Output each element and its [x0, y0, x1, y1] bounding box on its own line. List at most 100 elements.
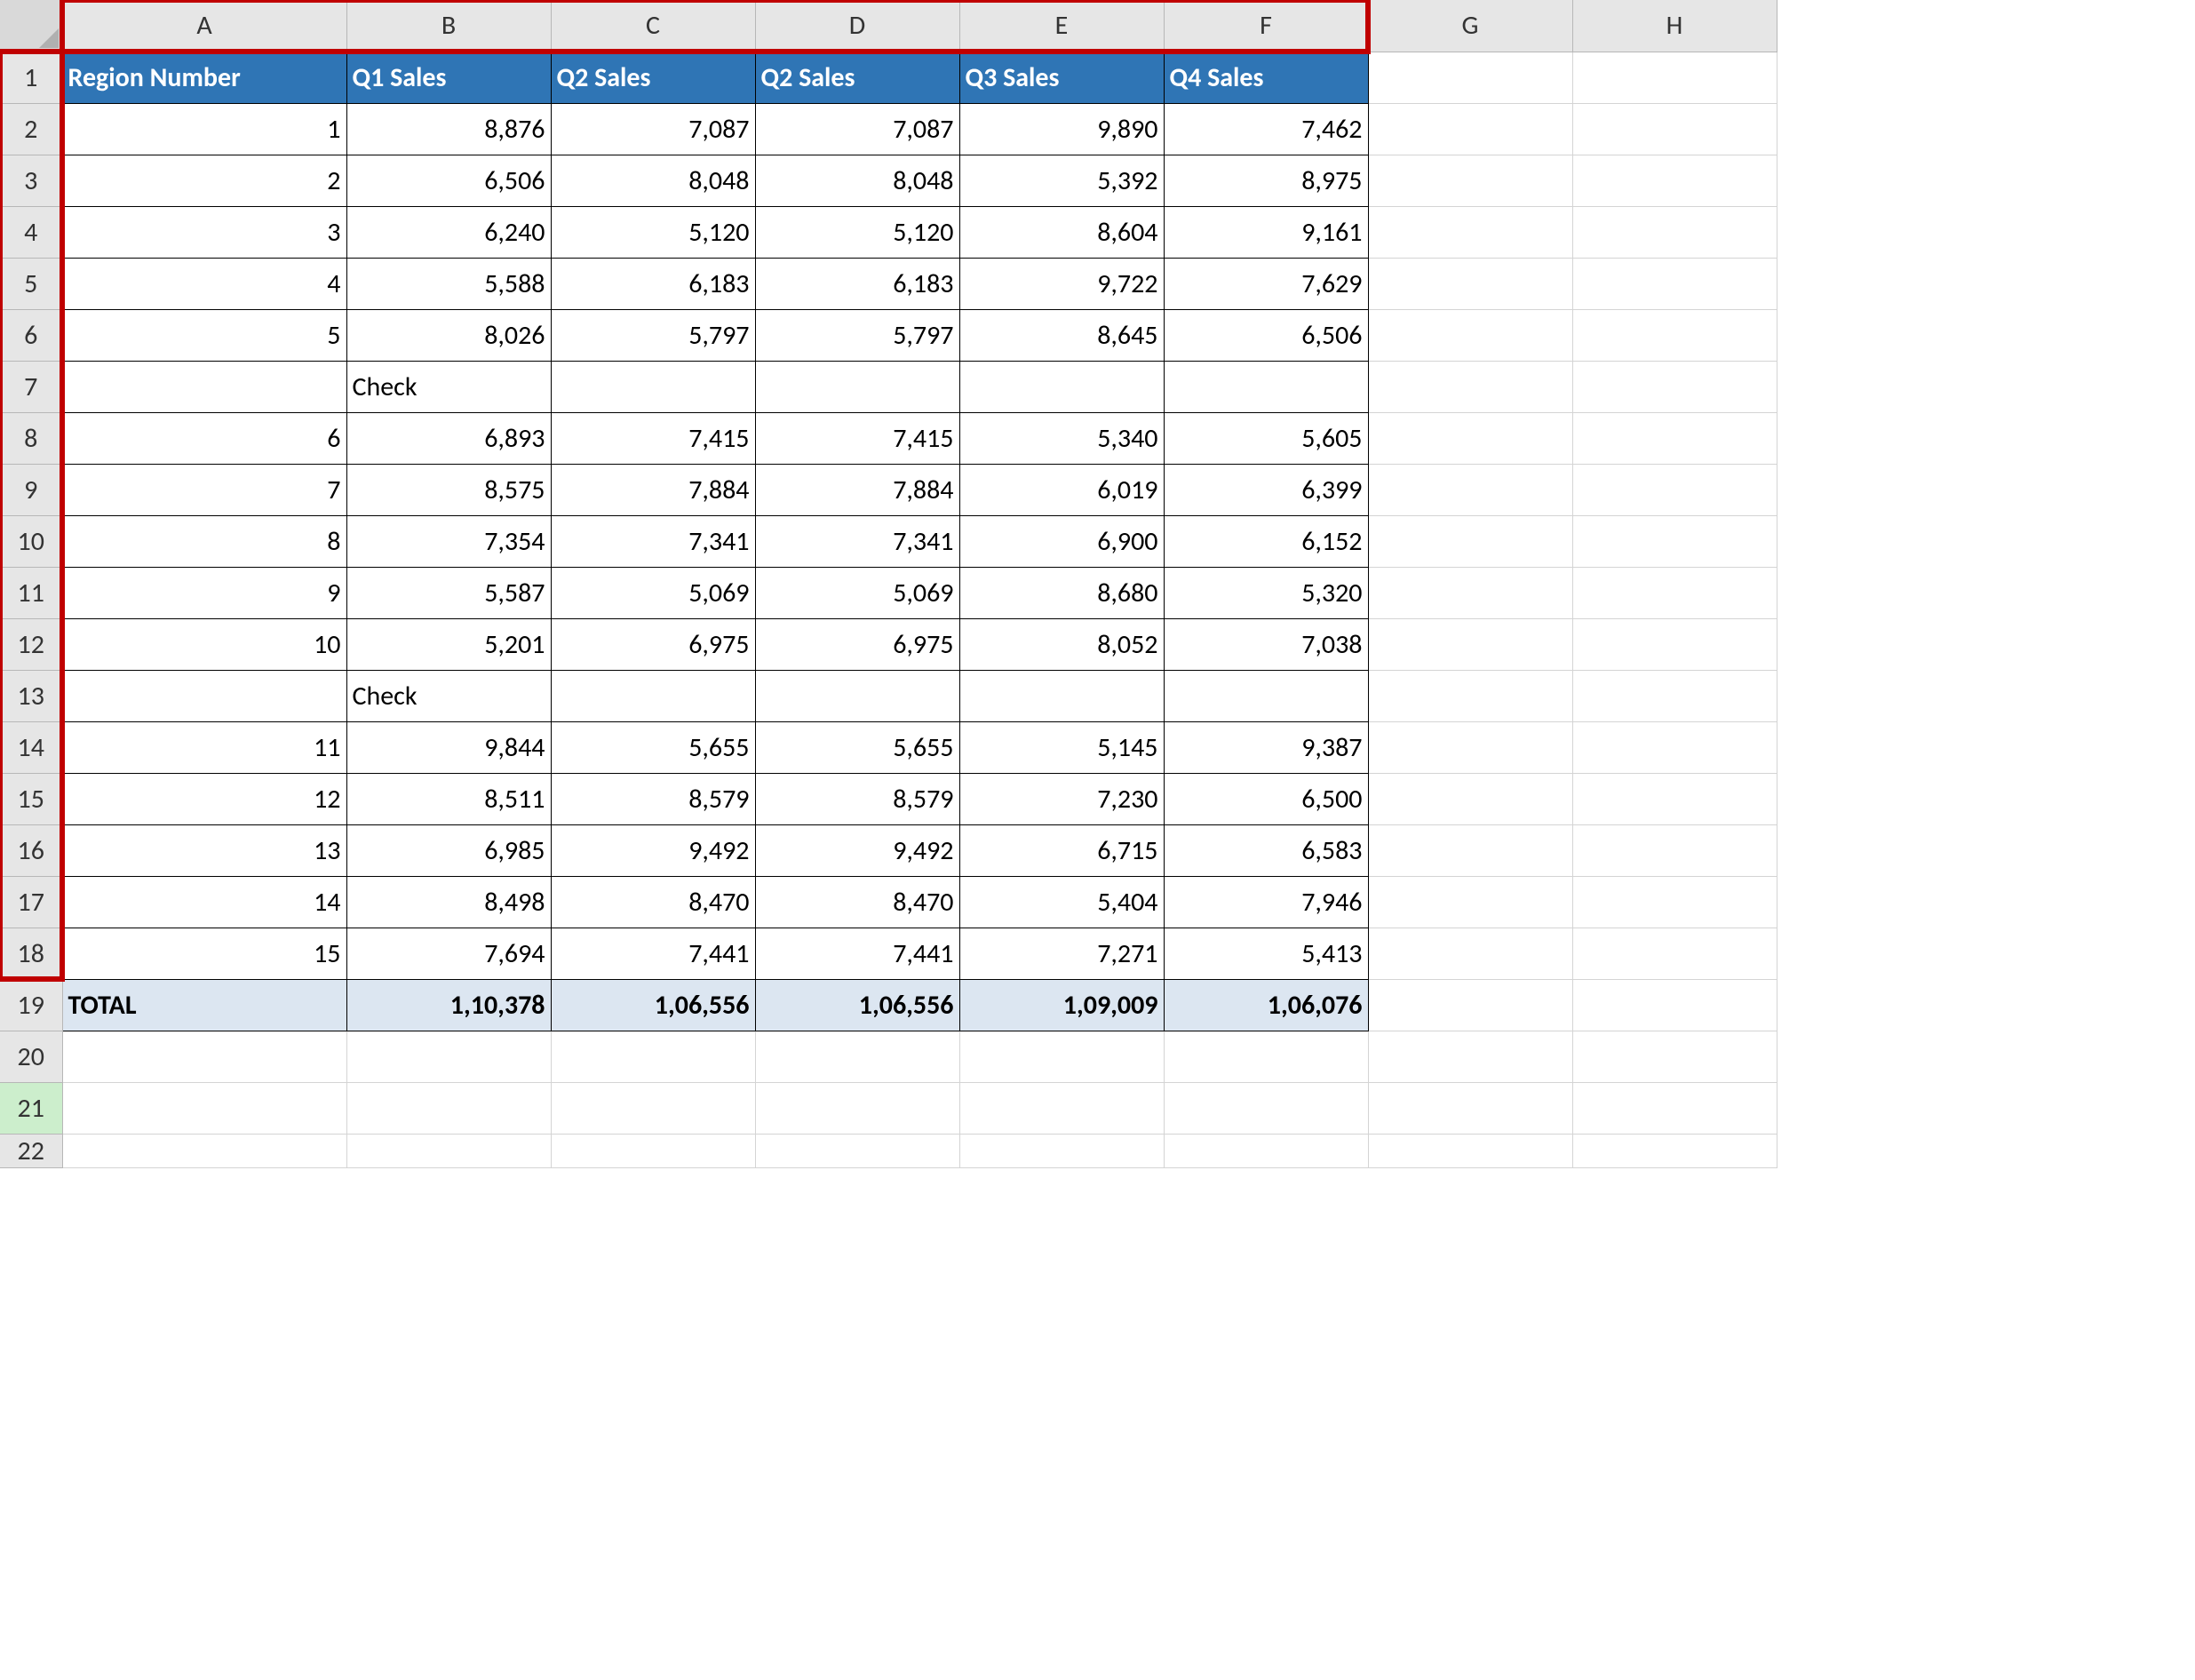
- cell-B22[interactable]: [346, 1134, 551, 1167]
- cell-G14[interactable]: [1368, 721, 1572, 773]
- total-C[interactable]: 1,06,556: [551, 979, 755, 1031]
- cell-C2[interactable]: 7,087: [551, 103, 755, 155]
- cell-B13[interactable]: Check: [346, 670, 551, 721]
- cell-F11[interactable]: 5,320: [1164, 567, 1368, 618]
- column-header-F[interactable]: F: [1164, 0, 1368, 52]
- total-D[interactable]: 1,06,556: [755, 979, 959, 1031]
- cell-D8[interactable]: 7,415: [755, 412, 959, 464]
- cell-G4[interactable]: [1368, 206, 1572, 258]
- cell-F22[interactable]: [1164, 1134, 1368, 1167]
- cell-C15[interactable]: 8,579: [551, 773, 755, 824]
- row-header-20[interactable]: 20: [0, 1031, 62, 1082]
- cell-B5[interactable]: 5,588: [346, 258, 551, 309]
- column-header-E[interactable]: E: [959, 0, 1164, 52]
- cell-H5[interactable]: [1572, 258, 1777, 309]
- cell-D2[interactable]: 7,087: [755, 103, 959, 155]
- spreadsheet-grid[interactable]: ABCDEFGH 1Region NumberQ1 SalesQ2 SalesQ…: [0, 0, 1777, 1168]
- cell-H8[interactable]: [1572, 412, 1777, 464]
- cell-A11[interactable]: 9: [62, 567, 346, 618]
- cell-G19[interactable]: [1368, 979, 1572, 1031]
- cell-B6[interactable]: 8,026: [346, 309, 551, 361]
- cell-C16[interactable]: 9,492: [551, 824, 755, 876]
- cell-D5[interactable]: 6,183: [755, 258, 959, 309]
- cell-C21[interactable]: [551, 1082, 755, 1134]
- cell-D15[interactable]: 8,579: [755, 773, 959, 824]
- cell-E2[interactable]: 9,890: [959, 103, 1164, 155]
- row-header-6[interactable]: 6: [0, 309, 62, 361]
- cell-D12[interactable]: 6,975: [755, 618, 959, 670]
- cell-F9[interactable]: 6,399: [1164, 464, 1368, 515]
- cell-G15[interactable]: [1368, 773, 1572, 824]
- cell-C9[interactable]: 7,884: [551, 464, 755, 515]
- cell-F7[interactable]: [1164, 361, 1368, 412]
- cell-B14[interactable]: 9,844: [346, 721, 551, 773]
- cell-D13[interactable]: [755, 670, 959, 721]
- cell-G10[interactable]: [1368, 515, 1572, 567]
- column-header-A[interactable]: A: [62, 0, 346, 52]
- row-header-11[interactable]: 11: [0, 567, 62, 618]
- cell-E15[interactable]: 7,230: [959, 773, 1164, 824]
- row-header-18[interactable]: 18: [0, 928, 62, 979]
- cell-F4[interactable]: 9,161: [1164, 206, 1368, 258]
- cell-E22[interactable]: [959, 1134, 1164, 1167]
- cell-G12[interactable]: [1368, 618, 1572, 670]
- cell-D17[interactable]: 8,470: [755, 876, 959, 928]
- cell-E10[interactable]: 6,900: [959, 515, 1164, 567]
- cell-A12[interactable]: 10: [62, 618, 346, 670]
- cell-B18[interactable]: 7,694: [346, 928, 551, 979]
- cell-D4[interactable]: 5,120: [755, 206, 959, 258]
- cell-H14[interactable]: [1572, 721, 1777, 773]
- cell-A2[interactable]: 1: [62, 103, 346, 155]
- cell-H16[interactable]: [1572, 824, 1777, 876]
- cell-A8[interactable]: 6: [62, 412, 346, 464]
- cell-H6[interactable]: [1572, 309, 1777, 361]
- cell-C22[interactable]: [551, 1134, 755, 1167]
- cell-E4[interactable]: 8,604: [959, 206, 1164, 258]
- cell-C12[interactable]: 6,975: [551, 618, 755, 670]
- cell-E12[interactable]: 8,052: [959, 618, 1164, 670]
- column-header-C[interactable]: C: [551, 0, 755, 52]
- cell-G9[interactable]: [1368, 464, 1572, 515]
- cell-H2[interactable]: [1572, 103, 1777, 155]
- cell-F6[interactable]: 6,506: [1164, 309, 1368, 361]
- column-header-D[interactable]: D: [755, 0, 959, 52]
- cell-C4[interactable]: 5,120: [551, 206, 755, 258]
- cell-C3[interactable]: 8,048: [551, 155, 755, 206]
- cell-C7[interactable]: [551, 361, 755, 412]
- cell-H1[interactable]: [1572, 52, 1777, 103]
- cell-F16[interactable]: 6,583: [1164, 824, 1368, 876]
- row-header-21[interactable]: 21: [0, 1082, 62, 1134]
- cell-B4[interactable]: 6,240: [346, 206, 551, 258]
- cell-F3[interactable]: 8,975: [1164, 155, 1368, 206]
- cell-D3[interactable]: 8,048: [755, 155, 959, 206]
- cell-B20[interactable]: [346, 1031, 551, 1082]
- cell-G1[interactable]: [1368, 52, 1572, 103]
- table-header-B[interactable]: Q1 Sales: [346, 52, 551, 103]
- cell-G5[interactable]: [1368, 258, 1572, 309]
- cell-D14[interactable]: 5,655: [755, 721, 959, 773]
- table-header-C[interactable]: Q2 Sales: [551, 52, 755, 103]
- cell-D10[interactable]: 7,341: [755, 515, 959, 567]
- cell-D21[interactable]: [755, 1082, 959, 1134]
- cell-A17[interactable]: 14: [62, 876, 346, 928]
- cell-G22[interactable]: [1368, 1134, 1572, 1167]
- row-header-17[interactable]: 17: [0, 876, 62, 928]
- cell-E21[interactable]: [959, 1082, 1164, 1134]
- cell-G3[interactable]: [1368, 155, 1572, 206]
- cell-C8[interactable]: 7,415: [551, 412, 755, 464]
- row-header-15[interactable]: 15: [0, 773, 62, 824]
- cell-A6[interactable]: 5: [62, 309, 346, 361]
- cell-F5[interactable]: 7,629: [1164, 258, 1368, 309]
- cell-E11[interactable]: 8,680: [959, 567, 1164, 618]
- cell-F8[interactable]: 5,605: [1164, 412, 1368, 464]
- row-header-8[interactable]: 8: [0, 412, 62, 464]
- cell-C11[interactable]: 5,069: [551, 567, 755, 618]
- cell-H22[interactable]: [1572, 1134, 1777, 1167]
- cell-G13[interactable]: [1368, 670, 1572, 721]
- cell-H20[interactable]: [1572, 1031, 1777, 1082]
- cell-F15[interactable]: 6,500: [1164, 773, 1368, 824]
- cell-C17[interactable]: 8,470: [551, 876, 755, 928]
- cell-F2[interactable]: 7,462: [1164, 103, 1368, 155]
- total-E[interactable]: 1,09,009: [959, 979, 1164, 1031]
- cell-F20[interactable]: [1164, 1031, 1368, 1082]
